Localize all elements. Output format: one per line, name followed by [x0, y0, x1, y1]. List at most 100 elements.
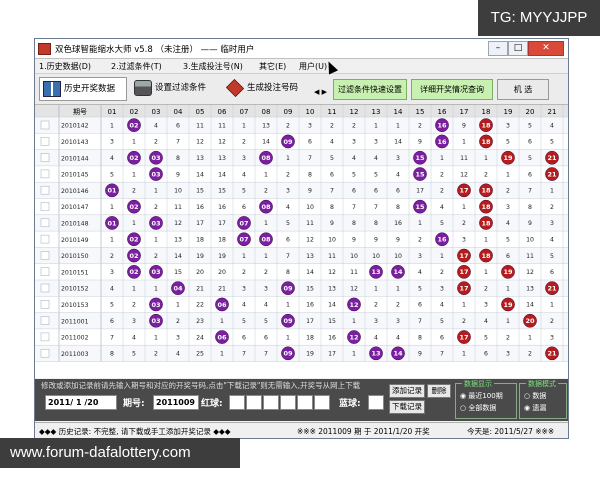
grid-cell[interactable]: 2	[110, 253, 114, 260]
grid-cell[interactable]: 1	[374, 285, 378, 292]
grid-cell[interactable]: 1	[110, 122, 114, 129]
grid-cell[interactable]: 20	[218, 269, 226, 276]
grid-cell[interactable]: 6	[242, 334, 246, 341]
delete-record-button[interactable]: 删除	[427, 384, 451, 398]
grid-cell[interactable]: 1	[440, 155, 444, 162]
grid-cell[interactable]: 2	[154, 253, 158, 260]
grid-cell[interactable]: 1	[286, 334, 290, 341]
grid-cell[interactable]: 14	[394, 139, 402, 146]
grid-issue-cell[interactable]: 2010148	[61, 220, 89, 227]
grid-issue-cell[interactable]: 2010142	[61, 123, 89, 130]
grid-cell[interactable]: 16	[218, 204, 226, 211]
row-selector[interactable]	[40, 137, 50, 146]
grid-cell[interactable]: 5	[110, 171, 114, 178]
grid-cell[interactable]: 7	[418, 318, 422, 325]
grid-cell[interactable]: 8	[176, 155, 180, 162]
grid-cell[interactable]: 7	[286, 253, 290, 260]
grid-cell[interactable]: 11	[196, 122, 204, 129]
grid-cell[interactable]: 2	[264, 269, 268, 276]
grid-cell[interactable]: 1	[132, 171, 136, 178]
grid-cell[interactable]: 4	[396, 334, 400, 341]
red-ball-input-1[interactable]	[229, 395, 245, 410]
grid-cell[interactable]: 1	[484, 236, 488, 243]
grid-issue-cell[interactable]: 2010144	[61, 155, 89, 162]
grid-cell[interactable]: 7	[242, 351, 246, 358]
grid-cell[interactable]: 11	[526, 253, 534, 260]
detail-query-button[interactable]: 详细开奖情况查询	[411, 79, 493, 100]
grid-cell[interactable]: 4	[374, 334, 378, 341]
grid-cell[interactable]: 1	[132, 220, 136, 227]
grid-cell[interactable]: 4	[110, 285, 114, 292]
menu-other[interactable]: 其它(E)	[259, 61, 286, 72]
grid-cell[interactable]: 3	[374, 139, 378, 146]
grid-cell[interactable]: 2	[374, 302, 378, 309]
grid-cell[interactable]: 5	[506, 236, 510, 243]
grid-cell[interactable]: 5	[330, 155, 334, 162]
grid-cell[interactable]: 1	[176, 302, 180, 309]
grid-cell[interactable]: 13	[218, 155, 226, 162]
download-record-button[interactable]: 下载记录	[389, 400, 425, 414]
grid-cell[interactable]: 3	[550, 334, 554, 341]
grid-cell[interactable]: 14	[526, 302, 534, 309]
grid-cell[interactable]: 1	[132, 139, 136, 146]
grid-cell[interactable]: 21	[196, 285, 204, 292]
grid-cell[interactable]: 1	[418, 220, 422, 227]
grid-cell[interactable]: 5	[374, 171, 378, 178]
grid-cell[interactable]: 4	[550, 236, 554, 243]
radio-mode-missing[interactable]: ◉ 遗漏	[524, 403, 546, 413]
grid-cell[interactable]: 4	[484, 318, 488, 325]
grid-cell[interactable]: 4	[242, 171, 246, 178]
blue-ball-input[interactable]	[368, 395, 384, 410]
grid-cell[interactable]: 6	[242, 204, 246, 211]
grid-cell[interactable]: 1	[396, 122, 400, 129]
grid-cell[interactable]: 19	[196, 253, 204, 260]
grid-cell[interactable]: 1	[550, 188, 554, 195]
grid-cell[interactable]: 15	[218, 188, 226, 195]
red-ball-input-2[interactable]	[246, 395, 262, 410]
grid-cell[interactable]: 9	[418, 351, 422, 358]
grid-cell[interactable]: 12	[460, 171, 468, 178]
grid-cell[interactable]: 10	[526, 236, 534, 243]
grid-cell[interactable]: 1	[550, 302, 554, 309]
grid-issue-cell[interactable]: 2011002	[61, 335, 89, 342]
grid-cell[interactable]: 15	[196, 188, 204, 195]
grid-cell[interactable]: 14	[218, 171, 226, 178]
grid-issue-cell[interactable]: 2010149	[61, 237, 89, 244]
grid-cell[interactable]: 2	[132, 188, 136, 195]
grid-cell[interactable]: 3	[506, 204, 510, 211]
grid-cell[interactable]: 8	[418, 334, 422, 341]
grid-issue-cell[interactable]: 2011001	[61, 318, 89, 325]
grid-cell[interactable]: 6	[528, 139, 532, 146]
grid-cell[interactable]: 6	[176, 122, 180, 129]
grid-cell[interactable]: 4	[440, 204, 444, 211]
grid-cell[interactable]: 3	[484, 302, 488, 309]
grid-cell[interactable]: 6	[550, 269, 554, 276]
grid-cell[interactable]: 1	[286, 302, 290, 309]
row-selector[interactable]	[40, 348, 50, 358]
grid-issue-cell[interactable]: 2010153	[61, 302, 89, 309]
grid-cell[interactable]: 5	[286, 220, 290, 227]
grid-cell[interactable]: 3	[418, 253, 422, 260]
grid-cell[interactable]: 1	[242, 122, 246, 129]
grid-cell[interactable]: 16	[394, 220, 402, 227]
grid-cell[interactable]: 14	[196, 171, 204, 178]
grid-issue-cell[interactable]: 2010150	[61, 253, 89, 260]
grid-cell[interactable]: 2	[484, 171, 488, 178]
grid-cell[interactable]: 1	[220, 351, 224, 358]
grid-cell[interactable]: 2	[396, 302, 400, 309]
grid-cell[interactable]: 4	[286, 204, 290, 211]
row-selector[interactable]	[40, 153, 50, 162]
grid-cell[interactable]: 20	[196, 269, 204, 276]
grid-cell[interactable]: 3	[550, 220, 554, 227]
generate-numbers-button[interactable]: 生成投注号码	[223, 77, 309, 99]
grid-cell[interactable]: 4	[242, 302, 246, 309]
grid-cell[interactable]: 10	[372, 253, 380, 260]
grid-cell[interactable]: 4	[352, 155, 356, 162]
grid-cell[interactable]: 3	[264, 285, 268, 292]
grid-cell[interactable]: 2	[242, 139, 246, 146]
grid-cell[interactable]: 2	[484, 285, 488, 292]
grid-cell[interactable]: 5	[264, 318, 268, 325]
grid-cell[interactable]: 23	[196, 318, 204, 325]
grid-cell[interactable]: 7	[528, 188, 532, 195]
grid-cell[interactable]: 12	[218, 139, 226, 146]
